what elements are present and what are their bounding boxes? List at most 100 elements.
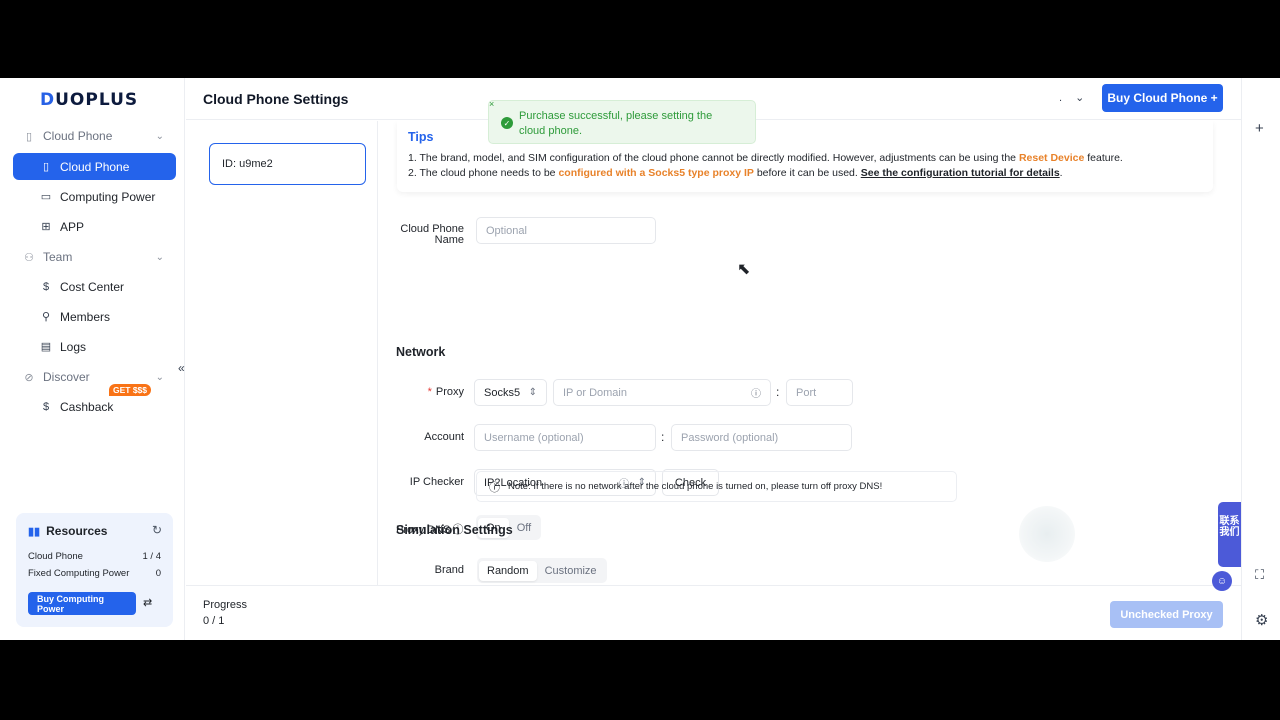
get-money-badge: GET $$$	[109, 384, 152, 396]
sidebar-item-app[interactable]: ⊞ APP	[13, 213, 176, 240]
simulation-section-title: Simulation Settings	[396, 523, 513, 537]
proxy-host-input[interactable]: IP or Domain ⓘ	[553, 379, 771, 406]
resource-row-cloud-phone: Cloud Phone 1 / 4	[28, 551, 161, 562]
brand-toggle[interactable]: Random Customize	[477, 558, 607, 583]
phone-icon: ▯	[42, 161, 50, 173]
chevron-down-icon: ⌄	[155, 130, 164, 142]
check-circle-icon: ✓	[501, 117, 513, 129]
duoplus-logo[interactable]: DUOPLUS	[40, 90, 138, 110]
plus-icon[interactable]: +	[1255, 120, 1264, 137]
tip-text: before it can be used.	[753, 167, 861, 179]
sidebar-item-label: APP	[60, 219, 85, 234]
unchecked-proxy-button[interactable]: Unchecked Proxy	[1110, 601, 1223, 628]
chevron-down-icon: ⌄	[155, 371, 164, 383]
required-asterisk: *	[427, 386, 432, 398]
bar-chart-icon: ▮▮	[28, 525, 41, 538]
ip-checker-label: IP Checker	[409, 476, 464, 488]
chevron-down-icon: ⌄	[1075, 92, 1085, 104]
success-toast: × ✓ Purchase successful, please setting …	[488, 99, 756, 144]
colon-separator: :	[661, 430, 665, 444]
bottom-bar: Progress 0 / 1 Unchecked Proxy	[186, 585, 1241, 640]
cloud-phone-name-label: Cloud Phone Name	[400, 223, 464, 246]
account-selector[interactable]: . ⌄	[1059, 91, 1084, 104]
sidebar-item-label: Members	[60, 309, 111, 324]
proxy-port-input[interactable]: Port	[786, 379, 853, 406]
close-icon[interactable]: ×	[489, 99, 494, 109]
resource-value: 0	[155, 568, 161, 579]
swap-icon[interactable]: ⇄	[143, 596, 152, 609]
resource-value: 1 / 4	[142, 551, 162, 562]
password-input[interactable]: Password (optional)	[671, 424, 852, 451]
tip-text: feature.	[1084, 152, 1123, 164]
collapse-sidebar-icon[interactable]: «	[178, 361, 185, 375]
sidebar-item-label: Computing Power	[60, 189, 156, 204]
nav-group-label: Discover	[43, 370, 90, 384]
sort-arrows-icon: ⇕	[528, 387, 537, 398]
phone-icon: ▯	[25, 130, 33, 143]
dns-off-option[interactable]: Off	[509, 518, 539, 538]
nav-group-label: Cloud Phone	[43, 129, 113, 143]
account-label: Account	[424, 431, 464, 443]
page-title: Cloud Phone Settings	[203, 91, 349, 107]
sidebar-item-cloud-phone[interactable]: ▯ Cloud Phone	[13, 153, 176, 180]
proxy-port-placeholder: Port	[796, 386, 817, 399]
settings-form: Tips 1. The brand, model, and SIM config…	[379, 121, 1225, 585]
resources-panel: ▮▮ Resources ↻ Cloud Phone 1 / 4 Fixed C…	[16, 513, 173, 627]
nav-group-discover[interactable]: ⊘ Discover ⌄	[22, 370, 164, 384]
sidebar-item-cashback[interactable]: $ Cashback GET $$$	[13, 384, 176, 420]
brand-random-option[interactable]: Random	[479, 560, 537, 581]
gear-icon[interactable]: ⚙	[1255, 611, 1268, 629]
brand-label: Brand	[434, 564, 464, 576]
dollar-icon: $	[42, 280, 50, 293]
brand-customize-option[interactable]: Customize	[537, 561, 605, 581]
refresh-icon[interactable]: ↻	[152, 523, 162, 537]
tip-line-1: 1. The brand, model, and SIM configurati…	[408, 152, 1123, 164]
chat-icon[interactable]: ☺	[1212, 571, 1232, 591]
members-icon: ⚲	[41, 311, 51, 323]
screenshot-icon[interactable]: ⛶	[1255, 567, 1264, 583]
sidebar-item-computing-power[interactable]: ▭ Computing Power	[13, 183, 176, 210]
buy-computing-power-button[interactable]: Buy Computing Power	[28, 592, 136, 615]
device-id-card[interactable]: ID: u9me2	[209, 143, 366, 185]
nav-group-team[interactable]: ⚇ Team ⌄	[22, 250, 164, 264]
dns-note: ⓘ Note: If there is no network after the…	[476, 471, 957, 502]
username-input[interactable]: Username (optional)	[474, 424, 656, 451]
buy-cloud-phone-button[interactable]: Buy Cloud Phone +	[1102, 84, 1223, 112]
grid-icon: ⊞	[41, 221, 51, 233]
sidebar-item-label: Cost Center	[60, 279, 125, 294]
nav-group-label: Team	[43, 250, 73, 264]
nav-group-cloud-phone[interactable]: ▯ Cloud Phone ⌄	[22, 129, 164, 143]
proxy-type-select[interactable]: Socks5 ⇕	[474, 379, 547, 406]
floating-ghost-button[interactable]	[1019, 506, 1075, 562]
cloud-phone-name-input[interactable]: Optional	[476, 217, 656, 244]
sidebar-item-members[interactable]: ⚲ Members	[13, 303, 176, 330]
tip-text: 1. The brand, model, and SIM configurati…	[408, 152, 1019, 164]
socks5-highlight: configured with a Socks5 type proxy IP	[558, 167, 754, 179]
tip-text: 2. The cloud phone needs to be	[408, 167, 559, 179]
mouse-cursor-icon: ⬉	[737, 261, 751, 278]
password-placeholder: Password (optional)	[681, 431, 779, 444]
tip-line-2: 2. The cloud phone needs to be configure…	[408, 167, 1063, 179]
sidebar-item-logs[interactable]: ▤ Logs	[13, 333, 176, 360]
proxy-type-value: Socks5	[484, 386, 521, 399]
contact-us-tab[interactable]: 联系我们	[1218, 502, 1241, 567]
monitor-icon: ▭	[40, 191, 52, 203]
configuration-tutorial-link[interactable]: See the configuration tutorial for detai…	[861, 167, 1060, 179]
network-section-title: Network	[396, 345, 446, 359]
colon-separator: :	[776, 385, 780, 399]
resource-label: Fixed Computing Power	[28, 568, 130, 579]
sidebar-item-label: Cloud Phone	[60, 159, 130, 174]
info-icon: ⓘ	[489, 481, 500, 494]
users-icon: ⚇	[24, 251, 34, 264]
reset-device-highlight: Reset Device	[1018, 152, 1085, 164]
document-icon: ▤	[40, 341, 52, 353]
resource-label: Cloud Phone	[28, 551, 83, 562]
sidebar-item-cost-center[interactable]: $ Cost Center	[13, 273, 176, 300]
info-icon[interactable]: ⓘ	[751, 385, 761, 400]
proxy-label: * Proxy	[399, 386, 464, 398]
dns-note-text: Note: If there is no network after the c…	[508, 481, 883, 492]
progress-label: Progress	[203, 599, 248, 611]
sidebar: DUOPLUS ▯ Cloud Phone ⌄ ▯ Cloud Phone ▭ …	[0, 78, 185, 640]
resources-title-text: Resources	[46, 524, 108, 538]
app-window: DUOPLUS ▯ Cloud Phone ⌄ ▯ Cloud Phone ▭ …	[0, 78, 1280, 640]
